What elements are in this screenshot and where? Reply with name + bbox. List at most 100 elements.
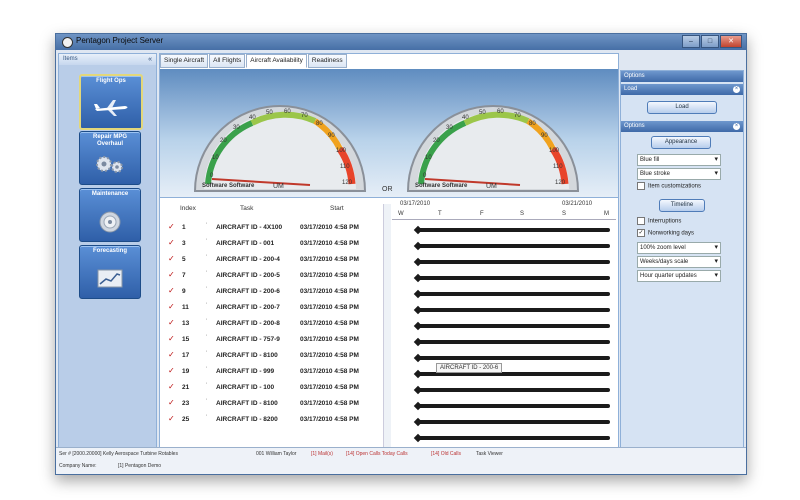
- row-indicator: ': [206, 239, 208, 245]
- gantt-bar[interactable]: [417, 308, 610, 312]
- gantt-bar[interactable]: [417, 420, 610, 424]
- row-task: AIRCRAFT ID - 999: [216, 368, 275, 375]
- check-icon: ✓: [168, 238, 175, 247]
- tab-readiness[interactable]: Readiness: [307, 54, 347, 68]
- gantt-bar[interactable]: [417, 388, 610, 392]
- gantt-day: W: [398, 211, 404, 217]
- fill-dropdown[interactable]: Blue fill: [637, 154, 721, 166]
- gauge2-tick: 60: [497, 109, 504, 115]
- table-row[interactable]: ✓ 11 ' AIRCRAFT ID - 200-7 03/17/2010 4:58 P…: [160, 300, 382, 316]
- table-row[interactable]: ✓ 17 ' AIRCRAFT ID - 8100 03/17/2010 4:58 PM: [160, 348, 382, 364]
- nonworking-days-checkbox[interactable]: ✓ Nonworking days: [637, 229, 694, 237]
- gantt-bar[interactable]: [417, 324, 610, 328]
- table-row[interactable]: ✓ 9 ' AIRCRAFT ID - 200-6 03/17/2010 4:58 PM: [160, 284, 382, 300]
- options-panel: Options Load × Load Options × Appearance B…: [620, 70, 744, 467]
- table-row[interactable]: ✓ 19 ' AIRCRAFT ID - 999 03/17/2010 4:58 PM: [160, 364, 382, 380]
- gauge2-tick: 30: [446, 125, 453, 131]
- app-window: Pentagon Project Server – □ ✕ Items « Fl…: [55, 33, 747, 475]
- table-row[interactable]: ✓ 25 ' AIRCRAFT ID - 8200 03/17/2010 4:58 PM: [160, 412, 382, 428]
- table-row[interactable]: ✓ 3 ' AIRCRAFT ID - 001 03/17/2010 4:58 PM: [160, 236, 382, 252]
- grid-vertical-scrollbar[interactable]: [383, 204, 391, 454]
- scale-dropdown[interactable]: Weeks/days scale: [637, 256, 721, 268]
- options-section-header[interactable]: Options ×: [621, 121, 743, 132]
- row-start: 03/17/2010 4:58 PM: [300, 272, 359, 279]
- row-task: AIRCRAFT ID - 4X100: [216, 224, 283, 231]
- status-serial: Ser # [2000.20000] Kelly Aerospace Turbi…: [59, 451, 178, 457]
- status-task-viewer[interactable]: Task Viewer: [476, 451, 503, 457]
- timeline-button[interactable]: Timeline: [659, 199, 705, 212]
- index-column-header[interactable]: Index: [180, 205, 196, 212]
- items-panel: Items « Flight Ops Repair MPG Overhaul M…: [58, 53, 157, 465]
- gauge2-brand: Software Software: [415, 183, 468, 189]
- load-button[interactable]: Load: [647, 101, 717, 114]
- nav-maintenance-button[interactable]: Maintenance: [79, 188, 141, 242]
- item-customizations-checkbox[interactable]: Item customizations: [637, 182, 701, 190]
- gantt-bar[interactable]: [417, 356, 610, 360]
- nav-label: Flight Ops: [96, 78, 126, 84]
- nav-forecasting-button[interactable]: Forecasting: [79, 245, 141, 299]
- collapse-icon[interactable]: ×: [733, 86, 740, 93]
- gantt-bar[interactable]: [417, 260, 610, 264]
- gantt-bar[interactable]: [417, 292, 610, 296]
- tab-all-flights[interactable]: All Flights: [209, 54, 246, 68]
- nav-repair-button[interactable]: Repair MPG Overhaul: [79, 131, 141, 185]
- gantt-bar[interactable]: [417, 404, 610, 408]
- start-column-header[interactable]: Start: [330, 205, 344, 212]
- gauge2-unit: UM: [486, 183, 497, 190]
- zoom-dropdown[interactable]: 100% zoom level: [637, 242, 721, 254]
- gauge1-tick: 90: [328, 133, 335, 139]
- maximize-button[interactable]: □: [701, 35, 719, 48]
- gantt-bar[interactable]: [417, 276, 610, 280]
- nav-flight-ops-button[interactable]: Flight Ops: [79, 74, 143, 130]
- gantt-bar[interactable]: [417, 244, 610, 248]
- appearance-button[interactable]: Appearance: [651, 136, 711, 149]
- table-row[interactable]: ✓ 21 ' AIRCRAFT ID - 100 03/17/2010 4:58 PM: [160, 380, 382, 396]
- minimize-button[interactable]: –: [682, 35, 700, 48]
- interruptions-checkbox[interactable]: Interruptions: [637, 217, 681, 225]
- load-section-header[interactable]: Load ×: [621, 84, 743, 95]
- table-row[interactable]: ✓ 5 ' AIRCRAFT ID - 200-4 03/17/2010 4:58 PM: [160, 252, 382, 268]
- row-task: AIRCRAFT ID - 757-9: [216, 336, 280, 343]
- table-row[interactable]: ✓ 15 ' AIRCRAFT ID - 757-9 03/17/2010 4:58 P…: [160, 332, 382, 348]
- tab-single-aircraft[interactable]: Single Aircraft: [160, 54, 209, 68]
- collapse-icon[interactable]: «: [148, 54, 152, 65]
- gantt-bar[interactable]: [417, 228, 610, 232]
- gauge1-tick: 120: [342, 180, 353, 186]
- row-index: 25: [182, 416, 190, 423]
- company-name: [1] Pentagon Demo: [118, 463, 162, 469]
- status-old-calls[interactable]: [14] Old Calls: [431, 451, 461, 457]
- gauge2-tick: 100: [549, 148, 560, 154]
- table-row[interactable]: ✓ 23 ' AIRCRAFT ID - 8100 03/17/2010 4:58 PM: [160, 396, 382, 412]
- gantt-chart[interactable]: 03/17/2010 03/21/2010 W T F S S M AIRCRA…: [392, 198, 616, 465]
- table-row[interactable]: ✓ 1 ' AIRCRAFT ID - 4X100 03/17/2010 4:58 PM: [160, 220, 382, 236]
- status-mails[interactable]: [1] Mail(s): [311, 451, 333, 457]
- checkbox-label: Nonworking days: [648, 230, 695, 237]
- status-user: 001 William Taylor: [256, 451, 297, 457]
- items-panel-header: Items «: [59, 54, 156, 65]
- row-index: 13: [182, 320, 190, 327]
- chart-icon: [97, 269, 123, 288]
- row-task: AIRCRAFT ID - 200-6: [216, 288, 280, 295]
- gantt-bar[interactable]: [417, 436, 610, 440]
- row-index: 1: [182, 224, 186, 231]
- tab-aircraft-availability[interactable]: Aircraft Availability: [246, 54, 307, 68]
- gauge2-tick: 20: [433, 138, 440, 144]
- updates-dropdown[interactable]: Hour quarter updates: [637, 270, 721, 282]
- company-label: Company Name:: [59, 463, 97, 469]
- gantt-bar[interactable]: [417, 340, 610, 344]
- close-button[interactable]: ✕: [720, 35, 742, 48]
- row-indicator: ': [206, 287, 208, 293]
- status-open-calls[interactable]: [14] Open Calls Today Calls: [346, 451, 408, 457]
- table-row[interactable]: ✓ 13 ' AIRCRAFT ID - 200-8 03/17/2010 4:58 P…: [160, 316, 382, 332]
- gauge1-tick: 110: [340, 164, 350, 170]
- task-column-header[interactable]: Task: [240, 205, 253, 212]
- collapse-icon[interactable]: ×: [733, 123, 740, 130]
- row-task: AIRCRAFT ID - 200-5: [216, 272, 280, 279]
- row-indicator: ': [206, 255, 208, 261]
- row-start: 03/17/2010 4:58 PM: [300, 336, 359, 343]
- stroke-dropdown[interactable]: Blue stroke: [637, 168, 721, 180]
- row-index: 17: [182, 352, 190, 359]
- gauge2-tick: 10: [425, 155, 432, 161]
- gantt-day: S: [520, 211, 525, 217]
- table-row[interactable]: ✓ 7 ' AIRCRAFT ID - 200-5 03/17/2010 4:58 PM: [160, 268, 382, 284]
